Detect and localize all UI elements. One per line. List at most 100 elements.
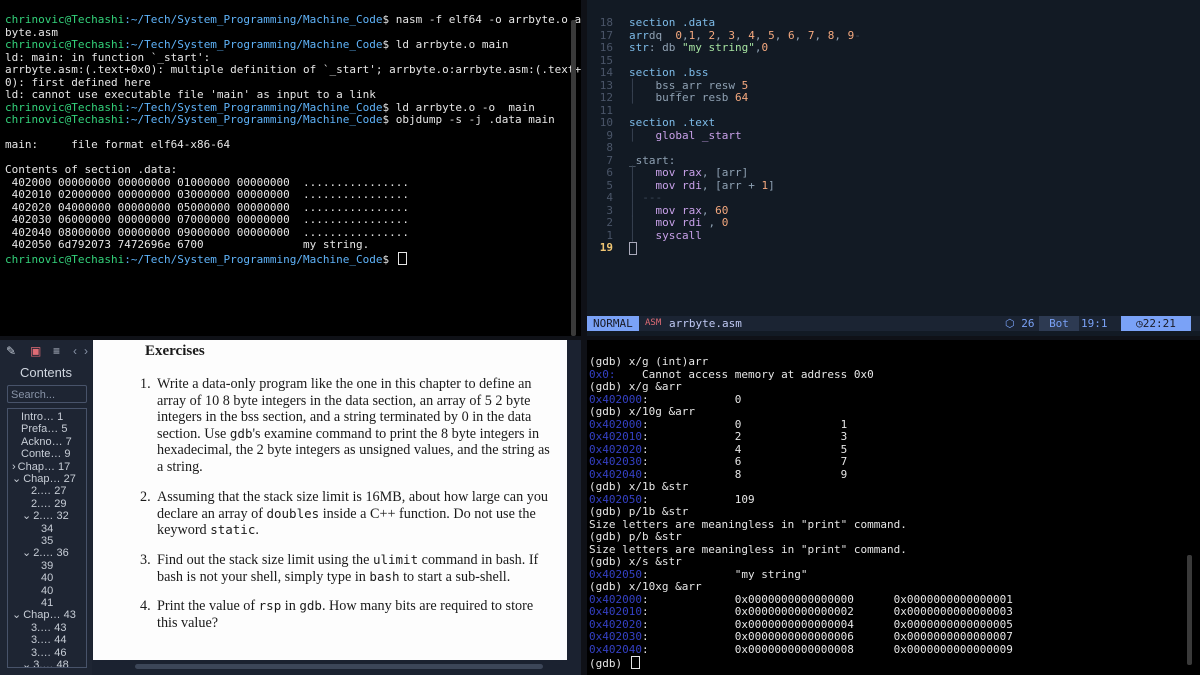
toc-item[interactable]: ⌄ 2.… 36 — [22, 547, 69, 559]
gdb-text: Size letters are meaningless in "print" … — [589, 517, 907, 531]
text-run: Find out the stack size limit using the — [157, 552, 373, 568]
prompt-path: :~/Tech/System_Programming/Machine_Code — [124, 113, 383, 126]
memory-value: : 0x0000000000000000 0x0000000000000001 — [641, 592, 1013, 606]
toc-item[interactable]: ⌄ Chap… 27 — [12, 473, 76, 485]
output-text: arrbyte.asm:(.text+0x0): multiple defini… — [5, 63, 581, 76]
memory-value: : 2 3 — [641, 430, 848, 443]
line-number: 6 — [606, 166, 613, 179]
bookmark-icon[interactable]: ▣ — [30, 344, 41, 358]
chevron-right-icon[interactable]: › — [84, 344, 88, 358]
toc-label: Chap… 17 — [17, 460, 71, 473]
gdb-text: (gdb) p/1b &str — [589, 505, 689, 518]
code-token: , — [735, 28, 749, 42]
gdb-scrollbar[interactable] — [1187, 555, 1192, 665]
memory-address: 0x402020 — [589, 617, 642, 631]
toc-label: 34 — [41, 522, 54, 535]
chevron-down-icon[interactable]: ⌄ — [12, 609, 21, 621]
table-of-contents[interactable]: Intro… 1 Prefa… 5 Ackno… 7 Conte… 9 › Chap… 1… — [7, 408, 87, 668]
terminal-line: 402050 6d792073 7472696e 6700 my string. — [5, 238, 581, 252]
inline-code: doubles — [266, 505, 320, 521]
toc-label: 2.… 27 — [31, 485, 67, 498]
toc-item[interactable]: 3.… 44 — [22, 634, 66, 646]
vim-buffer[interactable]: 18 section .data 17 arrdq 0,1, 2, 3, 4, 5, … — [587, 16, 1200, 255]
memory-address: 0x402020 — [589, 442, 642, 456]
toc-item[interactable]: Ackno… 7 — [12, 436, 72, 448]
toc-item[interactable]: 35 — [32, 535, 53, 547]
document-viewer[interactable]: ✎ ▣ ≡ ‹ › Contents Search... Intro… 1 Pre… — [0, 340, 581, 675]
toc-item[interactable]: 40 — [32, 585, 53, 597]
terminal-line: chrinovic@Techashi:~/Tech/System_Program… — [5, 13, 581, 27]
code-token: ] — [768, 178, 775, 192]
output-text: 0): first defined here — [5, 75, 151, 89]
toc-label: 40 — [41, 584, 54, 597]
chevron-down-icon[interactable]: ⌄ — [22, 510, 31, 522]
vim-clock: ◷22:21 — [1121, 316, 1191, 331]
output-text: 402030 06000000 00000000 07000000 000000… — [5, 213, 409, 226]
toc-item[interactable]: ⌄ Chap… 43 — [12, 609, 76, 621]
toc-item[interactable]: 2.… 27 — [22, 485, 66, 497]
vim-position: Bot — [1039, 316, 1079, 331]
command-text: $ ld arrbyte.o main — [382, 38, 509, 51]
memory-value: : 0 1 — [641, 417, 848, 431]
code-token: - — [854, 28, 861, 42]
exercise-number: 3. — [140, 552, 151, 568]
gdb-text: (gdb) x/10xg &arr — [589, 580, 702, 593]
code-token: , — [794, 28, 808, 42]
terminal-line: chrinovic@Techashi:~/Tech/System_Program… — [5, 113, 581, 127]
sidebar-title: Contents — [19, 365, 73, 380]
gdb-text: (gdb) x/1b &str — [589, 480, 689, 493]
gdb-terminal[interactable]: (gdb) x/g (int)arr 0x0: Cannot access mem… — [587, 340, 1200, 675]
code-token: , — [774, 28, 788, 42]
chevron-down-icon[interactable]: ⌄ — [12, 473, 21, 485]
toc-label: Chap… 27 — [23, 473, 76, 485]
line-number: 7 — [606, 153, 613, 167]
chevron-right-icon[interactable]: › — [12, 461, 16, 473]
toc-item[interactable]: ⌄ 3.… 48 — [22, 659, 69, 667]
toc-item[interactable]: 3.… 43 — [22, 622, 66, 634]
code-token: │ --- — [629, 191, 663, 204]
memory-address: 0x0: — [589, 367, 616, 381]
page-horizontal-scrollbar[interactable] — [135, 664, 543, 669]
toc-item[interactable]: Prefa… 5 — [12, 423, 67, 435]
prompt-path: :~/Tech/System_Programming/Machine_Code — [124, 252, 383, 266]
toc-item[interactable]: › Chap… 17 — [12, 461, 70, 473]
asm-file-icon: ASM — [645, 318, 662, 328]
toc-item[interactable]: Conte… 9 — [12, 448, 71, 460]
prompt-path: :~/Tech/System_Programming/Machine_Code — [124, 100, 383, 114]
list-icon[interactable]: ≡ — [53, 344, 60, 358]
code-token: , [arr] — [701, 166, 749, 179]
inline-code: ulimit — [372, 552, 419, 567]
toc-item[interactable]: 2.… 29 — [22, 498, 66, 510]
toc-item[interactable]: 3.… 46 — [22, 647, 66, 659]
line-number: 18 — [599, 16, 613, 29]
vim-editor[interactable]: 18 section .data 17 arrdq 0,1, 2, 3, 4, 5, … — [587, 0, 1200, 336]
terminal-top[interactable]: chrinovic@Techashi:~/Tech/System_Program… — [0, 0, 581, 336]
code-token: bss_arr resw — [655, 78, 742, 92]
code-token: : db — [648, 41, 682, 54]
terminal-top-scrollbar[interactable] — [571, 20, 576, 336]
chevron-down-icon[interactable]: ⌄ — [22, 547, 31, 559]
vim-line: 19 — [587, 241, 1200, 255]
code-token: │ — [629, 178, 656, 192]
prompt-path: :~/Tech/System_Programming/Machine_Code — [124, 13, 383, 26]
toc-item[interactable]: 41 — [32, 597, 53, 609]
toc-label: Ackno… 7 — [21, 435, 72, 448]
output-text: 402010 02000000 00000000 03000000 000000… — [5, 188, 409, 201]
toc-item[interactable]: Intro… 1 — [12, 411, 63, 423]
toc-item[interactable]: 39 — [32, 560, 53, 572]
pen-icon[interactable]: ✎ — [6, 344, 16, 358]
output-text: 402040 08000000 00000000 09000000 000000… — [5, 225, 409, 239]
toc-item[interactable]: ⌄ 2.… 32 — [22, 510, 69, 522]
toc-item[interactable]: 34 — [32, 523, 53, 535]
sidebar-search-input[interactable]: Search... — [7, 385, 87, 403]
memory-address: 0x402050 — [589, 567, 642, 581]
chevron-left-icon[interactable]: ‹ — [73, 344, 77, 358]
chevron-down-icon[interactable]: ⌄ — [22, 659, 31, 667]
gdb-text: (gdb) x/s &str — [589, 555, 682, 568]
toc-label: 3.… 44 — [31, 634, 67, 647]
memory-address: 0x402040 — [589, 467, 642, 481]
exercise-text: Find out the stack size limit using the … — [157, 552, 552, 585]
code-text: str: db "my string",0 — [623, 41, 768, 55]
toc-item[interactable]: 40 — [32, 572, 53, 584]
code-token: , [arr + — [701, 178, 762, 192]
